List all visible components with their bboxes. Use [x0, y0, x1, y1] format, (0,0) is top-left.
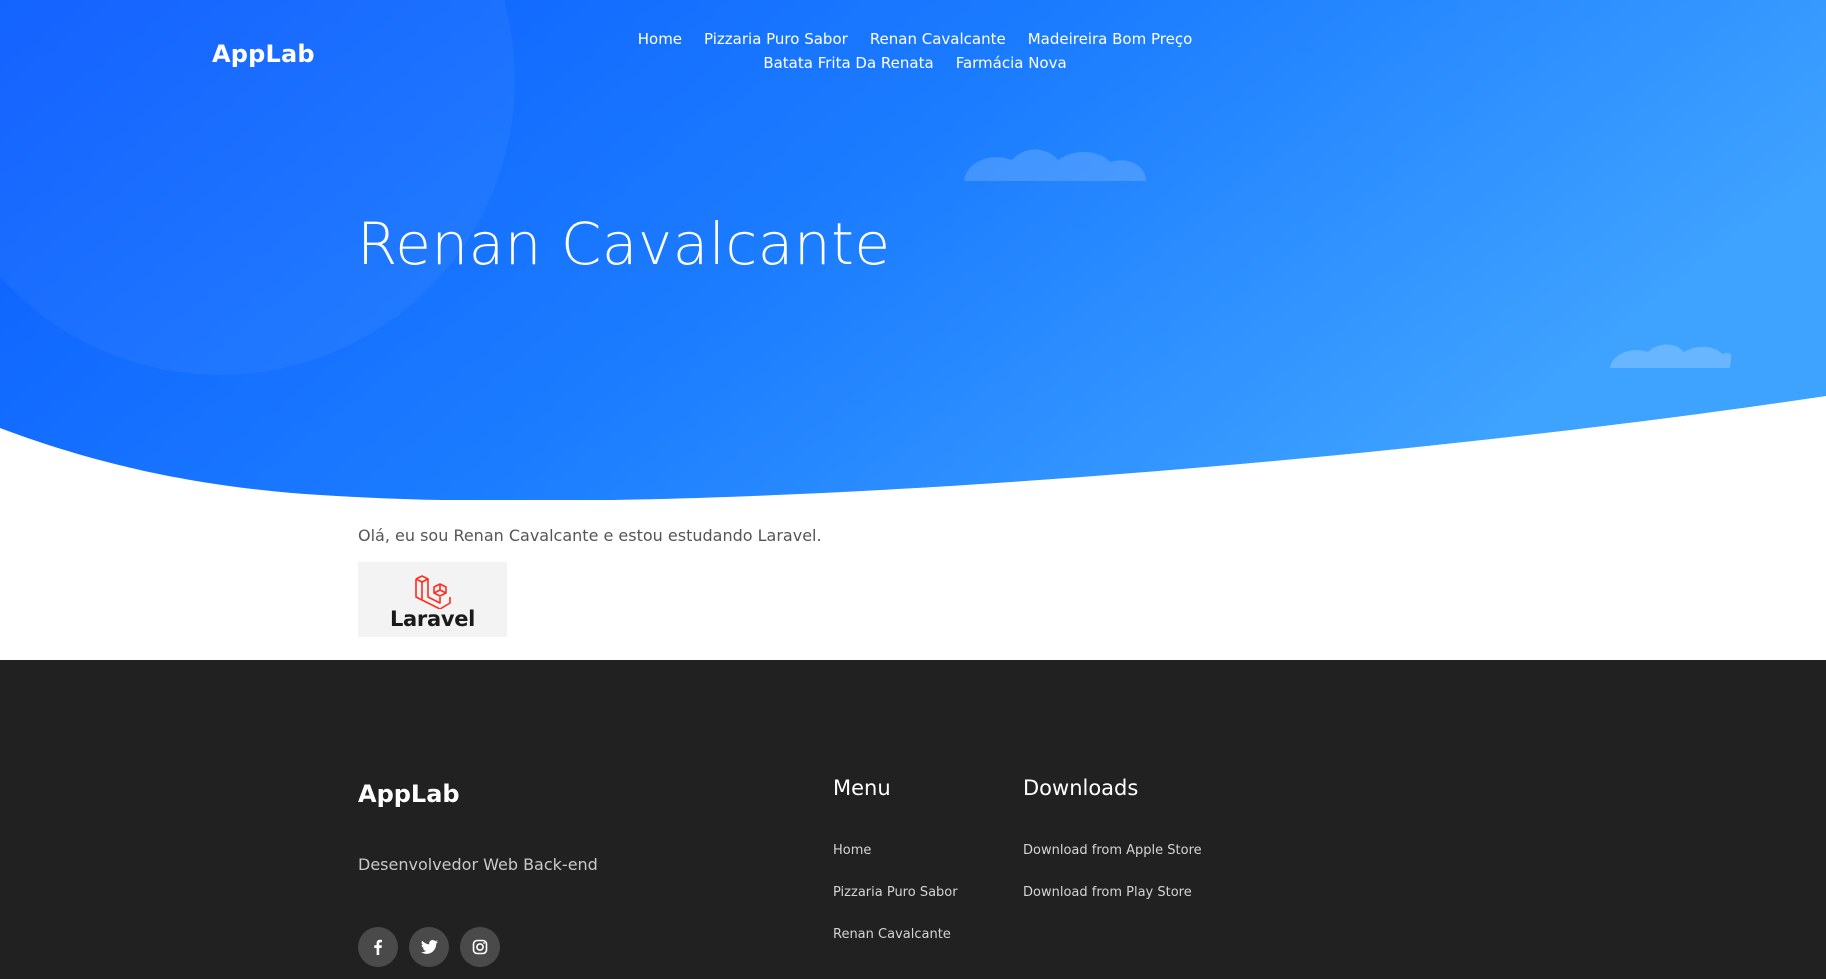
- page: AppLab Home Pizzaria Puro Sabor Renan Ca…: [0, 0, 1826, 979]
- footer-tagline: Desenvolvedor Web Back-end: [358, 855, 598, 874]
- download-apple-store-link[interactable]: Download from Apple Store: [1023, 842, 1202, 860]
- main-nav: Home Pizzaria Puro Sabor Renan Cavalcant…: [610, 30, 1220, 72]
- footer-menu-link-home[interactable]: Home: [833, 842, 958, 860]
- footer-menu-heading: Menu: [833, 776, 891, 800]
- footer-menu-link-pizzaria-puro-sabor[interactable]: Pizzaria Puro Sabor: [833, 884, 958, 902]
- instagram-button[interactable]: [460, 927, 500, 967]
- twitter-icon: [420, 940, 438, 954]
- laravel-icon: [415, 575, 451, 609]
- footer-menu-link-renan-cavalcante[interactable]: Renan Cavalcante: [833, 926, 958, 944]
- footer-logo[interactable]: AppLab: [358, 780, 460, 808]
- download-play-store-link[interactable]: Download from Play Store: [1023, 884, 1202, 902]
- intro-text: Olá, eu sou Renan Cavalcante e estou est…: [358, 526, 822, 545]
- nav-link-madeireira-bom-preco[interactable]: Madeireira Bom Preço: [1028, 30, 1193, 48]
- twitter-button[interactable]: [409, 927, 449, 967]
- nav-link-batata-frita-da-renata[interactable]: Batata Frita Da Renata: [763, 54, 933, 72]
- hero-background: [0, 0, 1826, 500]
- footer: AppLab Desenvolvedor Web Back-end Menu H…: [0, 660, 1826, 979]
- nav-link-farmacia-nova[interactable]: Farmácia Nova: [956, 54, 1067, 72]
- hero-section: AppLab Home Pizzaria Puro Sabor Renan Ca…: [0, 0, 1826, 500]
- footer-downloads-column: Downloads Download from Apple Store Down…: [1023, 776, 1202, 926]
- nav-link-pizzaria-puro-sabor[interactable]: Pizzaria Puro Sabor: [704, 30, 848, 48]
- laravel-wordmark: Laravel: [389, 607, 476, 631]
- facebook-button[interactable]: [358, 927, 398, 967]
- instagram-icon: [472, 939, 488, 955]
- laravel-logo-image: Laravel: [358, 562, 507, 637]
- footer-downloads-heading: Downloads: [1023, 776, 1139, 800]
- brand-logo[interactable]: AppLab: [212, 40, 315, 68]
- page-title: Renan Cavalcante: [357, 210, 891, 278]
- facebook-icon: [374, 939, 382, 955]
- footer-menu-column: Menu Home Pizzaria Puro Sabor Renan Cava…: [833, 776, 958, 968]
- social-links: [358, 927, 500, 967]
- nav-link-home[interactable]: Home: [638, 30, 682, 48]
- nav-link-renan-cavalcante[interactable]: Renan Cavalcante: [870, 30, 1006, 48]
